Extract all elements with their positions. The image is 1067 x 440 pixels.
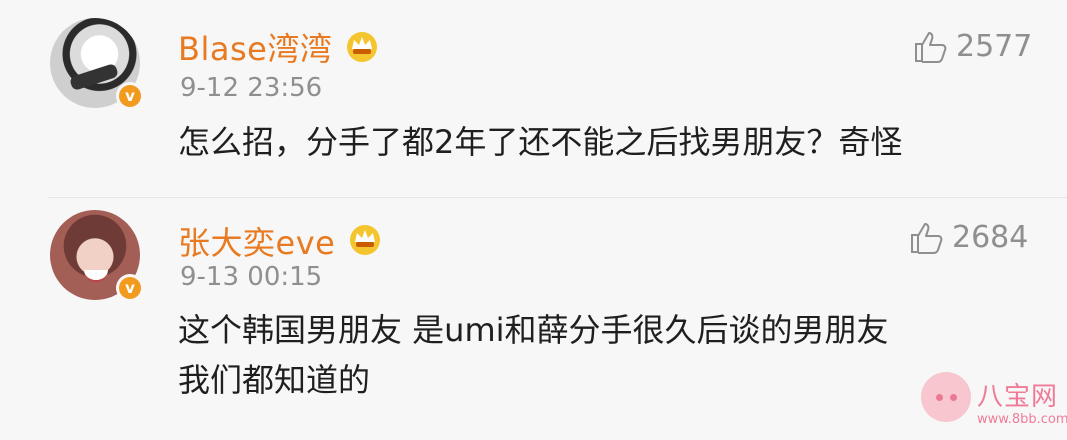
- like-button[interactable]: 2684: [908, 219, 1028, 255]
- comment-line: 这个韩国男朋友 是umi和薛分手很久后谈的男朋友: [178, 311, 889, 349]
- comment-timestamp: 9-12 23:56: [180, 73, 323, 103]
- comment-text: 怎么招，分手了都2年了还不能之后找男朋友？奇怪: [178, 117, 902, 167]
- verified-v-icon: v: [116, 274, 144, 302]
- thumbs-up-icon: [915, 32, 947, 63]
- crown-icon: [347, 32, 377, 62]
- comment-timestamp: 9-13 00:15: [180, 262, 323, 292]
- watermark-name: 八宝网: [977, 382, 1059, 412]
- watermark-url: www.8bb.com: [977, 412, 1067, 427]
- user-avatar[interactable]: v: [50, 18, 144, 110]
- user-avatar[interactable]: v: [50, 210, 144, 302]
- username[interactable]: Blase湾湾: [178, 24, 332, 70]
- comment-item: v Blase湾湾 9-12 23:56 怎么招，分手了都2年了还不能之后找男朋…: [0, 0, 1067, 198]
- like-count: 2684: [952, 219, 1029, 255]
- baby-face-logo-icon: [921, 372, 971, 422]
- comment-item: v 张大奕eve 9-13 00:15 这个韩国男朋友 是umi和薛分手很久后谈…: [0, 198, 1067, 440]
- verified-v-icon: v: [116, 82, 144, 110]
- comment-line: 我们都知道的: [178, 361, 371, 399]
- comment-text: 这个韩国男朋友 是umi和薛分手很久后谈的男朋友 我们都知道的: [178, 305, 889, 405]
- like-button[interactable]: 2577: [912, 28, 1032, 64]
- comment-line: 怎么招，分手了都2年了还不能之后找男朋友？奇怪: [178, 123, 903, 161]
- like-count: 2577: [956, 28, 1033, 64]
- thumbs-up-icon: [911, 223, 943, 254]
- username[interactable]: 张大奕eve: [178, 218, 335, 264]
- site-watermark: 八宝网 www.8bb.com: [921, 372, 1067, 436]
- crown-icon: [350, 225, 380, 255]
